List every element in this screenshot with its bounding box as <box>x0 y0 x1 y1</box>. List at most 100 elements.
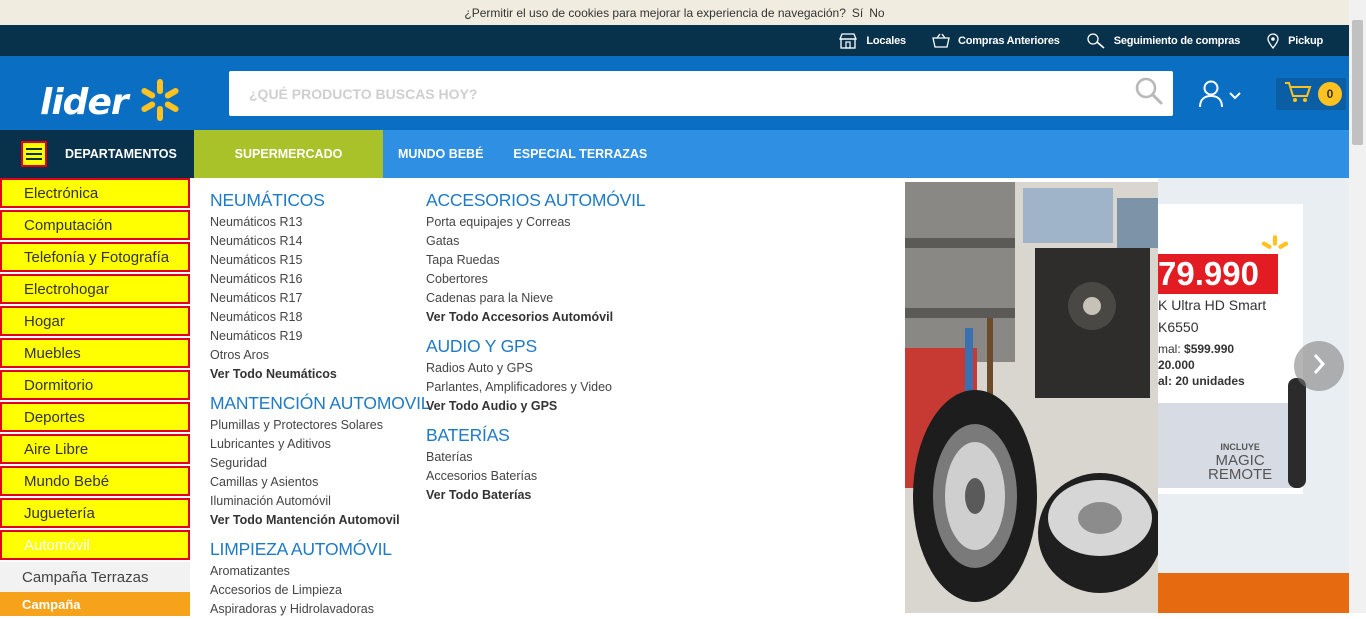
spark-icon <box>136 76 184 129</box>
menu-link[interactable]: Baterías <box>426 448 645 467</box>
top-link-compras-anteriores[interactable]: Compras Anteriores <box>932 33 1060 49</box>
main-header: lider ¿QUÉ PRODUCTO BUSCAS HOY? 0 <box>0 56 1349 130</box>
section-title-limpieza[interactable]: LIMPIEZA AUTOMÓVIL <box>210 539 430 560</box>
menu-link[interactable]: Lubricantes y Aditivos <box>210 435 430 454</box>
view-all-link[interactable]: Ver Todo Audio y GPS <box>426 397 645 416</box>
menu-link[interactable]: Neumáticos R17 <box>210 289 430 308</box>
search-input[interactable] <box>229 71 1125 116</box>
cart-count-badge: 0 <box>1318 82 1342 106</box>
top-link-label: Seguimiento de compras <box>1113 34 1241 47</box>
search-bar <box>229 71 1173 116</box>
section-title-baterias[interactable]: BATERÍAS <box>426 425 645 446</box>
section-title-neumaticos[interactable]: NEUMÁTICOS <box>210 190 430 211</box>
sidebar-item-telefonia[interactable]: Telefonía y Fotografía <box>0 242 190 272</box>
tracking-icon <box>1086 32 1106 49</box>
mega-menu-column-2: ACCESORIOS AUTOMÓVIL Porta equipajes y C… <box>426 190 646 505</box>
menu-link[interactable]: Gatas <box>426 232 645 251</box>
view-all-link[interactable]: Ver Todo Accesorios Automóvil <box>426 308 645 327</box>
menu-link[interactable]: Aromatizantes <box>210 562 430 581</box>
cart-icon <box>1284 80 1312 109</box>
account-menu[interactable] <box>1198 80 1242 113</box>
menu-link[interactable]: Cadenas para la Nieve <box>426 289 645 308</box>
menu-link[interactable]: Accesorios Baterías <box>426 467 645 486</box>
sidebar-item-automovil[interactable]: Automóvil <box>0 530 190 560</box>
automovil-mega-menu: NEUMÁTICOS Neumáticos R13 Neumáticos R14… <box>190 178 905 616</box>
scrollbar-thumb[interactable] <box>1352 20 1363 145</box>
menu-link[interactable]: Neumáticos R16 <box>210 270 430 289</box>
sidebar-item-jugueteria[interactable]: Juguetería <box>0 498 190 528</box>
remote-control-image <box>1288 378 1306 488</box>
top-link-label: Pickup <box>1288 34 1323 47</box>
menu-link[interactable]: Iluminación Automóvil <box>210 492 430 511</box>
sidebar-item-mundo-bebe[interactable]: Mundo Bebé <box>0 466 190 496</box>
sidebar-item-computacion[interactable]: Computación <box>0 210 190 240</box>
menu-link[interactable]: Neumáticos R14 <box>210 232 430 251</box>
top-link-seguimiento[interactable]: Seguimiento de compras <box>1086 32 1241 49</box>
menu-link[interactable]: Porta equipajes y Correas <box>426 213 645 232</box>
promo-stock: al: 20 unidades <box>1158 374 1245 388</box>
sidebar-item-aire-libre[interactable]: Aire Libre <box>0 434 190 464</box>
garage-tires-illustration <box>905 182 1158 613</box>
cart-button[interactable]: 0 <box>1276 78 1346 110</box>
menu-link[interactable]: Neumáticos R18 <box>210 308 430 327</box>
menu-link[interactable]: Aspiradoras y Hidrolavadoras <box>210 600 430 619</box>
carousel-next-button[interactable] <box>1294 341 1344 391</box>
top-link-pickup[interactable]: Pickup <box>1266 32 1323 49</box>
logo-text: lider <box>40 82 129 123</box>
sidebar-item-muebles[interactable]: Muebles <box>0 338 190 368</box>
menu-link[interactable]: Camillas y Asientos <box>210 473 430 492</box>
menu-link[interactable]: Parlantes, Amplificadores y Video <box>426 378 645 397</box>
promo-product-line1: K Ultra HD Smart <box>1158 297 1267 313</box>
departments-label: DEPARTAMENTOS <box>65 147 177 161</box>
search-icon <box>1134 76 1164 111</box>
cookie-yes-link[interactable]: Sí <box>852 6 863 20</box>
menu-link[interactable]: Plumillas y Protectores Solares <box>210 416 430 435</box>
search-button[interactable] <box>1125 71 1173 116</box>
menu-link[interactable]: Seguridad <box>210 454 430 473</box>
section-title-mantencion[interactable]: MANTENCIÓN AUTOMOVIL <box>210 393 430 414</box>
tv-promo-banner[interactable]: 79.990 K Ultra HD Smart K6550 mal: $599.… <box>1158 178 1349 613</box>
sidebar-item-hogar[interactable]: Hogar <box>0 306 190 336</box>
magic-remote-badge: INCLUYE MAGIC REMOTE <box>1208 442 1273 483</box>
menu-link[interactable]: Radios Auto y GPS <box>426 359 645 378</box>
sidebar-item-campana[interactable]: Campaña <box>0 592 190 616</box>
view-all-link[interactable]: Ver Todo Neumáticos <box>210 365 430 384</box>
nav-link-especial-terrazas[interactable]: ESPECIAL TERRAZAS <box>498 130 662 178</box>
view-all-link[interactable]: Ver Todo Baterías <box>426 486 645 505</box>
menu-link[interactable]: Otros Aros <box>210 346 430 365</box>
sidebar-item-electrohogar[interactable]: Electrohogar <box>0 274 190 304</box>
cookie-bar: ¿Permitir el uso de cookies para mejorar… <box>0 0 1349 25</box>
menu-link[interactable]: Tapa Ruedas <box>426 251 645 270</box>
sidebar-item-campana-terrazas[interactable]: Campaña Terrazas <box>0 562 190 592</box>
sidebar-item-electronica[interactable]: Electrónica <box>0 178 190 208</box>
main-nav: DEPARTAMENTOS SUPERMERCADO MUNDO BEBÉ ES… <box>0 130 1349 178</box>
menu-link[interactable]: Neumáticos R15 <box>210 251 430 270</box>
menu-link[interactable]: Cobertores <box>426 270 645 289</box>
menu-link[interactable]: Neumáticos R19 <box>210 327 430 346</box>
cookie-no-link[interactable]: No <box>869 6 884 20</box>
department-sidebar: Electrónica Computación Telefonía y Foto… <box>0 178 190 616</box>
view-all-link[interactable]: Ver Todo Mantención Automovil <box>210 511 430 530</box>
nav-link-mundo-bebe[interactable]: MUNDO BEBÉ <box>383 130 498 178</box>
lider-logo[interactable]: lider <box>40 76 184 129</box>
page-scrollbar[interactable] <box>1349 0 1366 613</box>
section-title-accesorios[interactable]: ACCESORIOS AUTOMÓVIL <box>426 190 646 211</box>
promo-normal-price: mal: $599.990 <box>1158 342 1235 356</box>
top-link-label: Locales <box>866 34 906 47</box>
promo-product-line2: K6550 <box>1158 319 1199 335</box>
menu-link[interactable]: Neumáticos R13 <box>210 213 430 232</box>
departments-button[interactable]: DEPARTAMENTOS <box>0 130 194 178</box>
automovil-promo-image[interactable] <box>905 178 1158 613</box>
basket-icon <box>932 33 950 49</box>
chevron-right-icon <box>1311 352 1327 381</box>
section-title-audio-gps[interactable]: AUDIO Y GPS <box>426 336 645 357</box>
top-utility-bar: Locales Compras Anteriores Seguimiento d… <box>0 25 1349 56</box>
top-link-locales[interactable]: Locales <box>838 32 906 49</box>
store-icon <box>838 32 858 49</box>
menu-link[interactable]: Accesorios de Limpieza <box>210 581 430 600</box>
promo-discount: 20.000 <box>1158 358 1195 372</box>
nav-link-supermercado[interactable]: SUPERMERCADO <box>194 130 383 178</box>
sidebar-item-deportes[interactable]: Deportes <box>0 402 190 432</box>
sidebar-item-dormitorio[interactable]: Dormitorio <box>0 370 190 400</box>
top-link-label: Compras Anteriores <box>957 34 1060 47</box>
